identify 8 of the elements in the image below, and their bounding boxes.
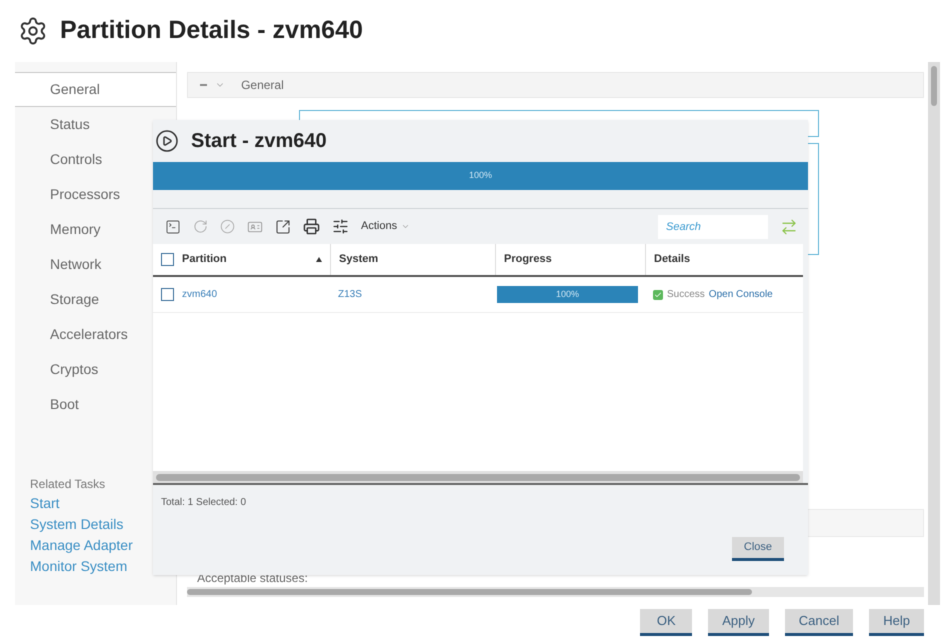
row-progress-reading: 100% xyxy=(556,288,580,301)
acceptable-statuses-label: Acceptable statuses: xyxy=(196,571,309,585)
window-title: Partition Details - zvm640 xyxy=(60,15,363,46)
dialog-title: Start - zvm640 xyxy=(191,129,327,154)
related-tasks-heading: Related Tasks xyxy=(30,476,106,493)
progress-reading: 100% xyxy=(468,169,492,182)
status-text: Success xyxy=(667,288,705,302)
table-summary: Total: 1 Selected: 0 xyxy=(161,496,248,510)
